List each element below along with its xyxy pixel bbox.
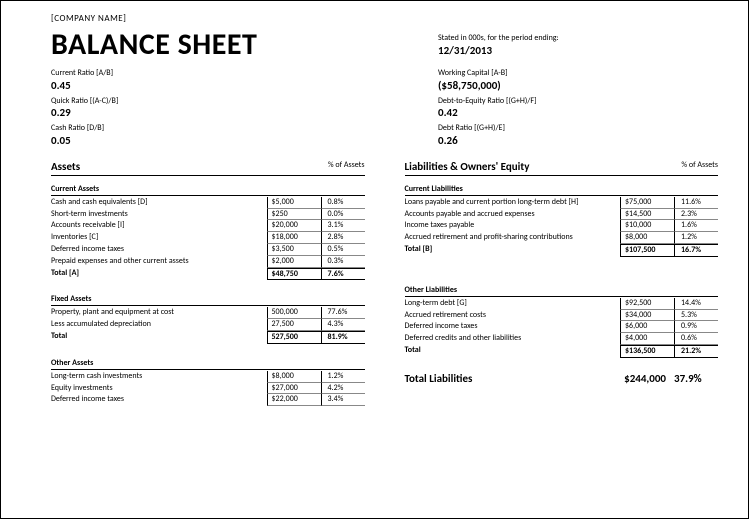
total-row: Total$136,50021.2%: [405, 345, 719, 358]
period-label: Stated in 000s, for the period ending:: [438, 34, 718, 44]
table-row: Inventories [C]$18,0002.8%: [51, 232, 365, 244]
ratio-label: Current Ratio [A/B]: [51, 69, 438, 79]
table-row: Deferred income taxes$3,5000.5%: [51, 244, 365, 256]
total-row: Total [B]$107,50016.7%: [405, 244, 719, 257]
ratio-label: Working Capital [A-B]: [438, 69, 718, 79]
header-row: BALANCE SHEET Stated in 000s, for the pe…: [51, 26, 718, 63]
period-block: Stated in 000s, for the period ending: 1…: [438, 26, 718, 62]
table-row: Accrued retirement and profit-sharing co…: [405, 232, 719, 244]
total-liabilities-label: Total Liabilities: [405, 372, 605, 385]
table-row: Less accumulated depreciation27,5004.3%: [51, 319, 365, 331]
total-liabilities: Total Liabilities $244,000 37.9%: [405, 372, 719, 385]
balance-sheet-document: [COMPANY NAME] BALANCE SHEET Stated in 0…: [1, 1, 748, 420]
table-row: Long-term cash investments$8,0001.2%: [51, 371, 365, 383]
total-row: Total527,50081.9%: [51, 331, 365, 344]
table-row: Deferred income taxes$22,0003.4%: [51, 394, 365, 406]
ratio-label: Debt Ratio [(G+H)/E]: [438, 124, 718, 134]
table-row: Accrued retirement costs$34,0005.3%: [405, 310, 719, 322]
ratio-label: Cash Ratio [D/B]: [51, 124, 438, 134]
assets-heading: Assets % of Assets: [51, 160, 365, 176]
table-row: Long-term debt [G]$92,50014.4%: [405, 298, 719, 310]
liabilities-pct-heading: % of Assets: [681, 160, 718, 173]
ratio-value: 0.29: [51, 106, 438, 119]
ratio-value: ($58,750,000): [438, 79, 718, 92]
table-row: Loans payable and current portion long-t…: [405, 197, 719, 209]
liabilities-column: Liabilities & Owners' Equity % of Assets…: [405, 160, 719, 420]
table-row: Income taxes payable$10,0001.6%: [405, 220, 719, 232]
ratio-label: Debt-to-Equity Ratio [(G+H)/F]: [438, 97, 718, 107]
table-row: Accounts receivable [I]$20,0003.1%: [51, 220, 365, 232]
liabilities-heading-label: Liabilities & Owners' Equity: [405, 160, 682, 173]
ratio-value: 0.26: [438, 134, 718, 147]
group-title: Current Assets: [51, 184, 365, 196]
group-title: Other Assets: [51, 358, 365, 370]
liabilities-heading: Liabilities & Owners' Equity % of Assets: [405, 160, 719, 176]
group-title: Fixed Assets: [51, 294, 365, 306]
ratio-value: 0.45: [51, 79, 438, 92]
period-value: 12/31/2013: [438, 44, 718, 57]
ratio-label: Quick Ratio [(A-C)/B]: [51, 97, 438, 107]
other-liabilities-group: Other Liabilities Long-term debt [G]$92,…: [405, 285, 719, 358]
table-row: Accounts payable and accrued expenses$14…: [405, 209, 719, 221]
table-row: Property, plant and equipment at cost500…: [51, 307, 365, 319]
ratios-right: Working Capital [A-B] ($58,750,000) Debt…: [438, 69, 718, 152]
current-assets-group: Current Assets Cash and cash equivalents…: [51, 184, 365, 281]
page-title: BALANCE SHEET: [51, 26, 438, 63]
main-columns: Assets % of Assets Current Assets Cash a…: [51, 160, 718, 420]
group-title: Other Liabilities: [405, 285, 719, 297]
table-row: Deferred credits and other liabilities$4…: [405, 333, 719, 345]
other-assets-group: Other Assets Long-term cash investments$…: [51, 358, 365, 406]
table-row: Deferred income taxes$6,0000.9%: [405, 321, 719, 333]
ratio-value: 0.42: [438, 106, 718, 119]
table-row: Cash and cash equivalents [D]$5,0000.8%: [51, 197, 365, 209]
current-liabilities-group: Current Liabilities Loans payable and cu…: [405, 184, 719, 257]
assets-heading-label: Assets: [51, 160, 328, 173]
group-title: Current Liabilities: [405, 184, 719, 196]
ratios-left: Current Ratio [A/B] 0.45 Quick Ratio [(A…: [51, 69, 438, 152]
ratio-value: 0.05: [51, 134, 438, 147]
table-row: Prepaid expenses and other current asset…: [51, 256, 365, 268]
company-name: [COMPANY NAME]: [51, 13, 718, 24]
ratios-row: Current Ratio [A/B] 0.45 Quick Ratio [(A…: [51, 69, 718, 152]
table-row: Short-term investments$2500.0%: [51, 209, 365, 221]
assets-pct-heading: % of Assets: [328, 160, 365, 173]
total-row: Total [A]$48,7507.6%: [51, 268, 365, 281]
table-row: Equity investments$27,0004.2%: [51, 383, 365, 395]
total-liabilities-value: $244,000: [604, 372, 674, 385]
fixed-assets-group: Fixed Assets Property, plant and equipme…: [51, 294, 365, 343]
total-liabilities-pct: 37.9%: [674, 372, 718, 385]
assets-column: Assets % of Assets Current Assets Cash a…: [51, 160, 365, 420]
